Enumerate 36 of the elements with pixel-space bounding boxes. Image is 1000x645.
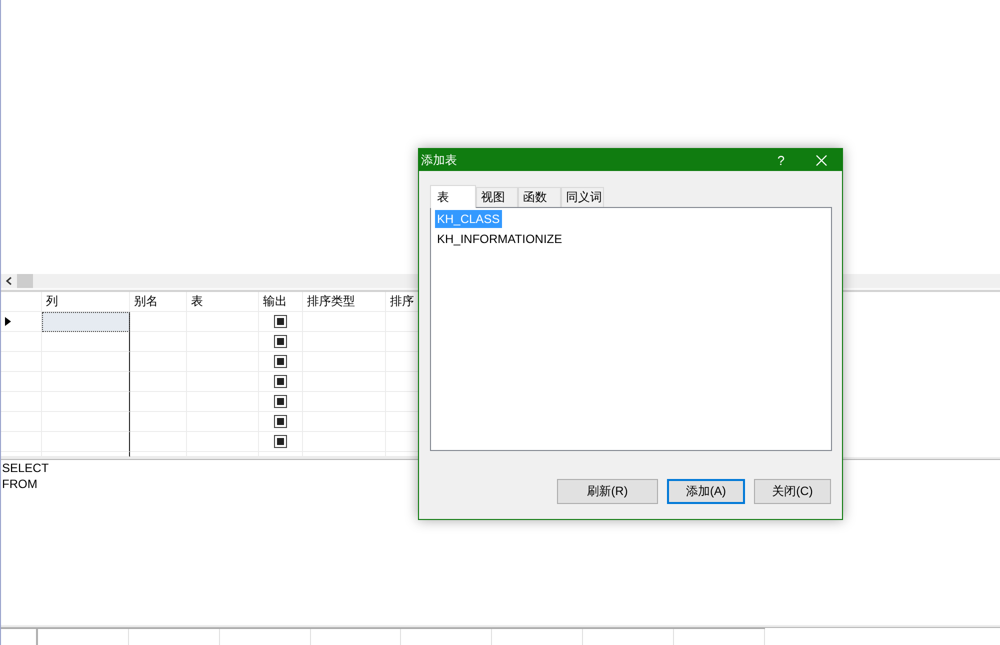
output-checkbox[interactable] xyxy=(274,315,287,328)
column-header: 别名 xyxy=(130,292,187,312)
output-checkbox[interactable] xyxy=(274,395,287,408)
sql-line: FROM xyxy=(2,476,38,492)
table-list[interactable]: KH_CLASS KH_INFORMATIONIZE xyxy=(430,207,832,451)
grid-cell[interactable] xyxy=(42,432,130,452)
grid-cell[interactable] xyxy=(42,352,130,372)
refresh-button[interactable]: 刷新(R) xyxy=(557,479,658,504)
output-checkbox[interactable] xyxy=(274,335,287,348)
column-header: 输出 xyxy=(259,292,303,312)
chevron-left-icon xyxy=(6,277,12,285)
tab[interactable]: 表 xyxy=(430,185,476,208)
grid-cell[interactable] xyxy=(42,412,130,432)
grid-corner-cell xyxy=(1,292,42,312)
close-dialog-button[interactable]: 关闭(C) xyxy=(754,479,831,504)
column-header: 排序类型 xyxy=(303,292,386,312)
add-button[interactable]: 添加(A) xyxy=(667,479,745,504)
close-icon xyxy=(816,154,827,166)
output-checkbox[interactable] xyxy=(274,375,287,388)
list-item[interactable]: KH_INFORMATIONIZE xyxy=(435,230,564,248)
tab[interactable]: 同义词 xyxy=(561,187,604,207)
grid-cell[interactable] xyxy=(42,312,130,332)
tab[interactable]: 视图 xyxy=(476,187,518,207)
tab[interactable]: 函数 xyxy=(518,187,561,207)
scrollbar-thumb[interactable] xyxy=(17,274,33,288)
dialog-title: 添加表 xyxy=(421,152,457,168)
output-checkbox[interactable] xyxy=(274,355,287,368)
output-checkbox[interactable] xyxy=(274,415,287,428)
column-header: 表 xyxy=(187,292,259,312)
sql-line: SELECT xyxy=(2,460,49,476)
grid-cell[interactable] xyxy=(42,332,130,352)
row-indicator-icon xyxy=(5,317,11,326)
grid-cell[interactable] xyxy=(42,392,130,412)
output-checkbox[interactable] xyxy=(274,435,287,448)
grid-cell[interactable] xyxy=(42,372,130,392)
help-button[interactable]: ? xyxy=(761,149,801,171)
